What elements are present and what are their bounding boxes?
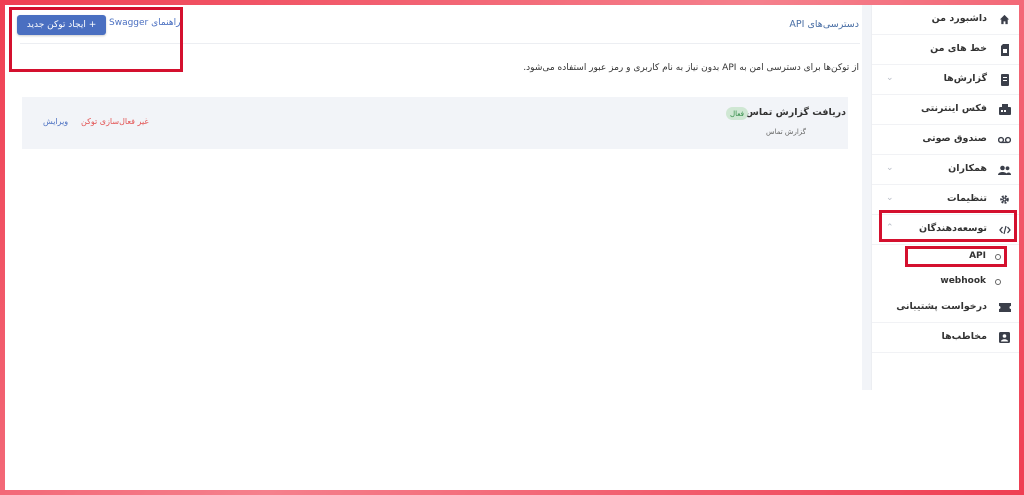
sidebar-subitem-label: webhook	[940, 276, 986, 286]
sidebar-item-label: داشبورد من	[931, 13, 987, 24]
token-title: دریافت گزارش تماس	[745, 107, 846, 118]
contact-icon	[998, 331, 1011, 344]
sidebar-item-lines[interactable]: خط های من	[872, 35, 1019, 65]
edit-token-link[interactable]: ویرایش	[43, 117, 68, 126]
page-description: از توکن‌ها برای دسترسی امن به API بدون ن…	[523, 63, 859, 73]
home-icon	[998, 13, 1011, 26]
token-subtitle: گزارش تماس	[766, 128, 806, 136]
gear-icon	[998, 193, 1011, 206]
sidebar-item-label: صندوق صوتی	[922, 133, 987, 144]
bullet-icon	[995, 279, 1001, 285]
sidebar-item-reports[interactable]: گزارش‌ها ⌄	[872, 65, 1019, 95]
highlight-create-token	[9, 7, 183, 72]
chevron-down-icon: ⌄	[886, 163, 894, 173]
sidebar: داشبورد من خط های من گزارش‌ها ⌄ فکس اینت…	[871, 5, 1019, 390]
people-icon	[998, 163, 1011, 176]
token-card: دریافت گزارش تماس فعال گزارش تماس غیر فع…	[22, 97, 848, 149]
sidebar-item-colleagues[interactable]: همکاران ⌄	[872, 155, 1019, 185]
sidebar-item-label: مخاطب‌ها	[941, 331, 987, 342]
sidebar-item-contacts[interactable]: مخاطب‌ها	[872, 323, 1019, 353]
report-icon	[998, 73, 1011, 86]
sidebar-item-label: تنظیمات	[946, 193, 987, 204]
sidebar-item-support[interactable]: درخواست پشتیبانی	[872, 293, 1019, 323]
sidebar-item-fax[interactable]: فکس اینترنتی	[872, 95, 1019, 125]
ticket-icon	[998, 301, 1011, 314]
sidebar-item-dashboard[interactable]: داشبورد من	[872, 5, 1019, 35]
chevron-down-icon: ⌄	[886, 73, 894, 83]
sidebar-item-label: گزارش‌ها	[943, 73, 987, 84]
page-title: دسترسی‌های API	[789, 19, 859, 30]
fax-icon	[998, 103, 1011, 116]
highlight-developers	[879, 210, 1017, 242]
sidebar-item-voicemail[interactable]: صندوق صوتی	[872, 125, 1019, 155]
voicemail-icon	[998, 133, 1011, 146]
sidebar-subitem-webhook[interactable]: webhook	[872, 270, 1019, 294]
chevron-down-icon: ⌄	[886, 193, 894, 203]
sidebar-item-label: درخواست پشتیبانی	[896, 301, 987, 312]
disable-token-link[interactable]: غیر فعال‌سازی توکن	[81, 117, 149, 126]
status-badge: فعال	[726, 107, 748, 120]
sidebar-item-label: فکس اینترنتی	[920, 103, 987, 114]
app-window: دسترسی‌های API از توکن‌ها برای دسترسی ام…	[5, 5, 1019, 490]
sidebar-item-label: همکاران	[948, 163, 987, 174]
sim-card-icon	[998, 43, 1011, 56]
highlight-api	[905, 246, 1007, 267]
sidebar-item-label: خط های من	[930, 43, 987, 54]
